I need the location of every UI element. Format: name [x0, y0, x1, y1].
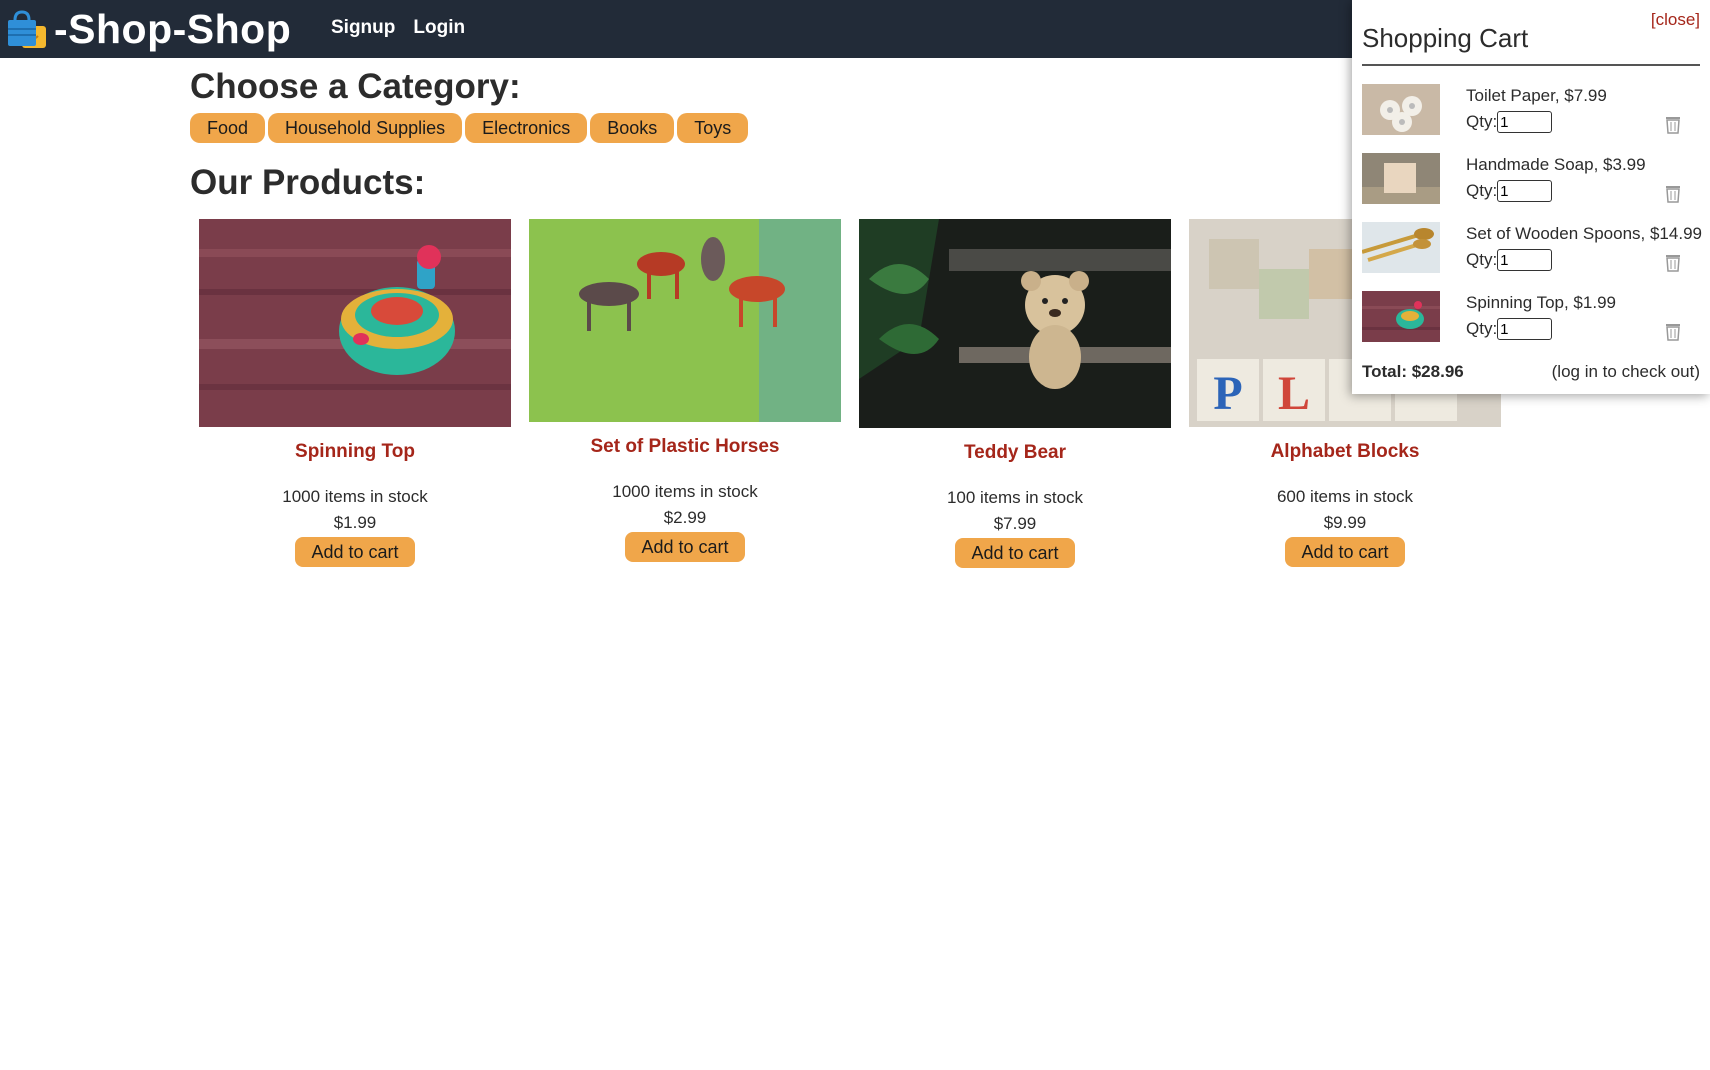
checkout-note: (log in to check out) [1551, 362, 1700, 381]
add-to-cart-button[interactable]: Add to cart [1285, 537, 1405, 567]
cart-item-image-toilet-paper [1362, 84, 1440, 135]
product-image-plastic-horses[interactable] [529, 219, 841, 422]
qty-input[interactable] [1497, 249, 1553, 271]
qty-label: Qty: [1466, 112, 1498, 131]
cart-item-qty: Qty: [1466, 318, 1553, 340]
qty-input[interactable] [1497, 111, 1553, 133]
category-list: Food Household Supplies Electronics Book… [190, 113, 749, 143]
shopping-bag-icon[interactable] [6, 10, 48, 50]
cart-item-qty: Qty: [1466, 111, 1553, 133]
trash-icon[interactable] [1664, 321, 1682, 341]
qty-label: Qty: [1466, 319, 1498, 338]
product-card: Teddy Bear 100 items in stock $7.99 Add … [859, 219, 1171, 568]
trash-icon[interactable] [1664, 183, 1682, 203]
trash-icon[interactable] [1664, 114, 1682, 134]
product-stock: 1000 items in stock [282, 487, 428, 506]
cart-item-label: Handmade Soap, $3.99 [1466, 155, 1646, 174]
product-price: $1.99 [333, 513, 377, 532]
qty-label: Qty: [1466, 250, 1498, 269]
product-stock: 100 items in stock [946, 488, 1084, 507]
category-button-household-supplies[interactable]: Household Supplies [268, 113, 463, 143]
cart-item-qty: Qty: [1466, 249, 1553, 271]
product-stock: 1000 items in stock [612, 482, 758, 501]
product-price: $9.99 [1323, 513, 1367, 532]
products-heading: Our Products: [190, 163, 426, 202]
signup-link[interactable]: Signup [331, 17, 395, 39]
svg-text:L: L [1278, 367, 1310, 420]
product-name-link[interactable]: Set of Plastic Horses [529, 436, 841, 458]
cart-item: Toilet Paper, $7.99 Qty: [1362, 84, 1702, 138]
product-stock: 600 items in stock [1276, 487, 1414, 506]
product-image-spinning-top[interactable] [199, 219, 511, 427]
nav-links: Signup Login [331, 17, 465, 39]
cart-item-image-wooden-spoons [1362, 222, 1440, 273]
cart-item-image-handmade-soap [1362, 153, 1440, 204]
category-button-food[interactable]: Food [190, 113, 266, 143]
cart-item-label: Set of Wooden Spoons, $14.99 [1466, 224, 1702, 243]
cart-close-link[interactable]: [close] [1651, 10, 1700, 30]
cart-item: Handmade Soap, $3.99 Qty: [1362, 153, 1702, 207]
cart-item-qty: Qty: [1466, 180, 1553, 202]
svg-text:P: P [1213, 367, 1242, 420]
product-price: $7.99 [993, 514, 1037, 533]
add-to-cart-button[interactable]: Add to cart [625, 532, 745, 562]
product-name-link[interactable]: Alphabet Blocks [1189, 441, 1501, 463]
category-heading: Choose a Category: [190, 67, 521, 106]
cart-item: Set of Wooden Spoons, $14.99 Qty: [1362, 222, 1702, 276]
product-card: Spinning Top 1000 items in stock $1.99 A… [199, 219, 511, 567]
cart-item: Spinning Top, $1.99 Qty: [1362, 291, 1702, 345]
add-to-cart-button[interactable]: Add to cart [955, 538, 1075, 568]
cart-title: Shopping Cart [1362, 23, 1529, 53]
cart-item-label: Toilet Paper, $7.99 [1466, 86, 1607, 105]
qty-label: Qty: [1466, 181, 1498, 200]
cart-item-label: Spinning Top, $1.99 [1466, 293, 1616, 312]
qty-input[interactable] [1497, 180, 1553, 202]
login-link[interactable]: Login [413, 17, 465, 39]
product-name-link[interactable]: Teddy Bear [859, 442, 1171, 464]
product-name-link[interactable]: Spinning Top [199, 441, 511, 463]
cart-total: Total: $28.96 [1362, 362, 1464, 381]
product-card: Set of Plastic Horses 1000 items in stoc… [529, 219, 841, 562]
add-to-cart-button[interactable]: Add to cart [295, 537, 415, 567]
trash-icon[interactable] [1664, 252, 1682, 272]
category-button-books[interactable]: Books [590, 113, 675, 143]
shopping-cart-panel: [close] Shopping Cart Toilet Paper, $7.9… [1352, 0, 1710, 394]
cart-divider [1362, 64, 1700, 66]
category-button-toys[interactable]: Toys [677, 113, 749, 143]
brand-title[interactable]: -Shop-Shop [54, 6, 291, 53]
cart-item-image-spinning-top [1362, 291, 1440, 342]
product-image-teddy-bear[interactable] [859, 219, 1171, 428]
product-price: $2.99 [663, 508, 707, 527]
category-button-electronics[interactable]: Electronics [465, 113, 588, 143]
qty-input[interactable] [1497, 318, 1553, 340]
